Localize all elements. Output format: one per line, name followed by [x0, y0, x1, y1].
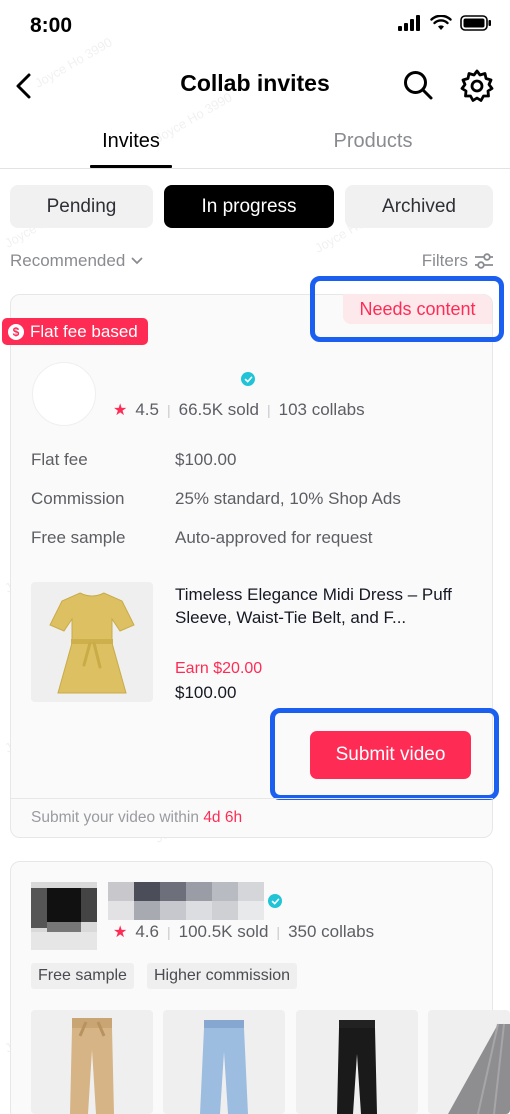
collabs-count: 103 collabs [278, 400, 365, 419]
filters-button[interactable]: Filters [422, 251, 494, 271]
trousers-icon [70, 1018, 114, 1114]
product-image[interactable] [31, 582, 153, 702]
detail-label: Flat fee [31, 450, 88, 469]
detail-value: Auto-approved for request [175, 528, 373, 547]
shop-name[interactable] [108, 882, 264, 920]
divider: | [166, 924, 171, 940]
tab-products[interactable]: Products [322, 130, 424, 153]
trousers-icon [337, 1020, 377, 1114]
detail-label: Free sample [31, 528, 126, 547]
collabs-count: 350 collabs [288, 922, 375, 941]
shop-stats: ★ 4.5 | 66.5K sold | 103 collabs [113, 400, 365, 420]
divider: | [166, 402, 171, 418]
settings-button[interactable] [458, 67, 496, 105]
shop-avatar[interactable] [32, 362, 96, 426]
gear-icon [460, 69, 494, 102]
shop-stats: ★ 4.6 | 100.5K sold | 350 collabs [113, 922, 374, 942]
sliders-icon [475, 253, 493, 269]
product-title[interactable]: Timeless Elegance Midi Dress – Puff Slee… [175, 583, 475, 629]
flat-fee-badge-label: Flat fee based [30, 321, 138, 341]
highlight-box [270, 708, 499, 800]
divider: | [276, 924, 281, 940]
status-time: 8:00 [30, 14, 73, 37]
highlight-box [310, 276, 504, 342]
battery-icon [460, 15, 491, 31]
sold-count: 66.5K sold [178, 400, 259, 419]
rating: 4.6 [135, 922, 159, 941]
segment-pending[interactable]: Pending [10, 185, 153, 228]
earn-amount: Earn $20.00 [175, 660, 263, 677]
tab-invites[interactable]: Invites [90, 130, 172, 153]
filters-label: Filters [421, 251, 468, 270]
trousers-icon [200, 1020, 248, 1114]
shop-avatar[interactable] [31, 882, 97, 950]
product-thumbnail[interactable] [31, 1010, 153, 1114]
detail-value: $100.00 [175, 450, 237, 469]
star-icon: ★ [113, 402, 128, 419]
chevron-left-icon [16, 73, 31, 99]
tab-divider [0, 168, 510, 169]
product-thumbnail[interactable] [428, 1010, 510, 1114]
verified-icon [241, 372, 255, 386]
segment-in-progress[interactable]: In progress [164, 185, 334, 228]
search-icon [404, 71, 433, 100]
star-icon: ★ [113, 924, 128, 941]
chevron-down-icon [131, 257, 143, 265]
dress-icon [49, 591, 135, 693]
deadline-time: 4d 6h [203, 809, 243, 826]
detail-value: 25% standard, 10% Shop Ads [175, 489, 401, 508]
product-thumbnail[interactable] [163, 1010, 285, 1114]
back-button[interactable] [8, 70, 40, 102]
perk-tag: Free sample [31, 963, 134, 989]
card-divider [10, 798, 493, 799]
verified-icon [268, 894, 282, 908]
wifi-icon [430, 15, 452, 30]
deadline-prefix: Submit your video within [31, 809, 199, 826]
detail-label: Commission [31, 489, 125, 508]
product-price: $100.00 [175, 683, 237, 702]
perk-tag: Higher commission [147, 963, 298, 989]
search-button[interactable] [400, 67, 436, 103]
deadline-text: Submit your video within 4d 6h [31, 809, 242, 827]
flat-fee-badge: $ Flat fee based [2, 318, 148, 345]
sort-label: Recommended [10, 251, 126, 270]
divider: | [266, 402, 271, 418]
status-icons [398, 15, 492, 31]
skirt-icon [448, 1023, 510, 1114]
dollar-icon: $ [8, 323, 24, 340]
segment-archived[interactable]: Archived [345, 185, 493, 228]
sort-dropdown[interactable]: Recommended [10, 251, 143, 271]
signal-icon [398, 15, 420, 31]
sold-count: 100.5K sold [178, 922, 269, 941]
rating: 4.5 [135, 400, 159, 419]
product-thumbnail[interactable] [296, 1010, 418, 1114]
